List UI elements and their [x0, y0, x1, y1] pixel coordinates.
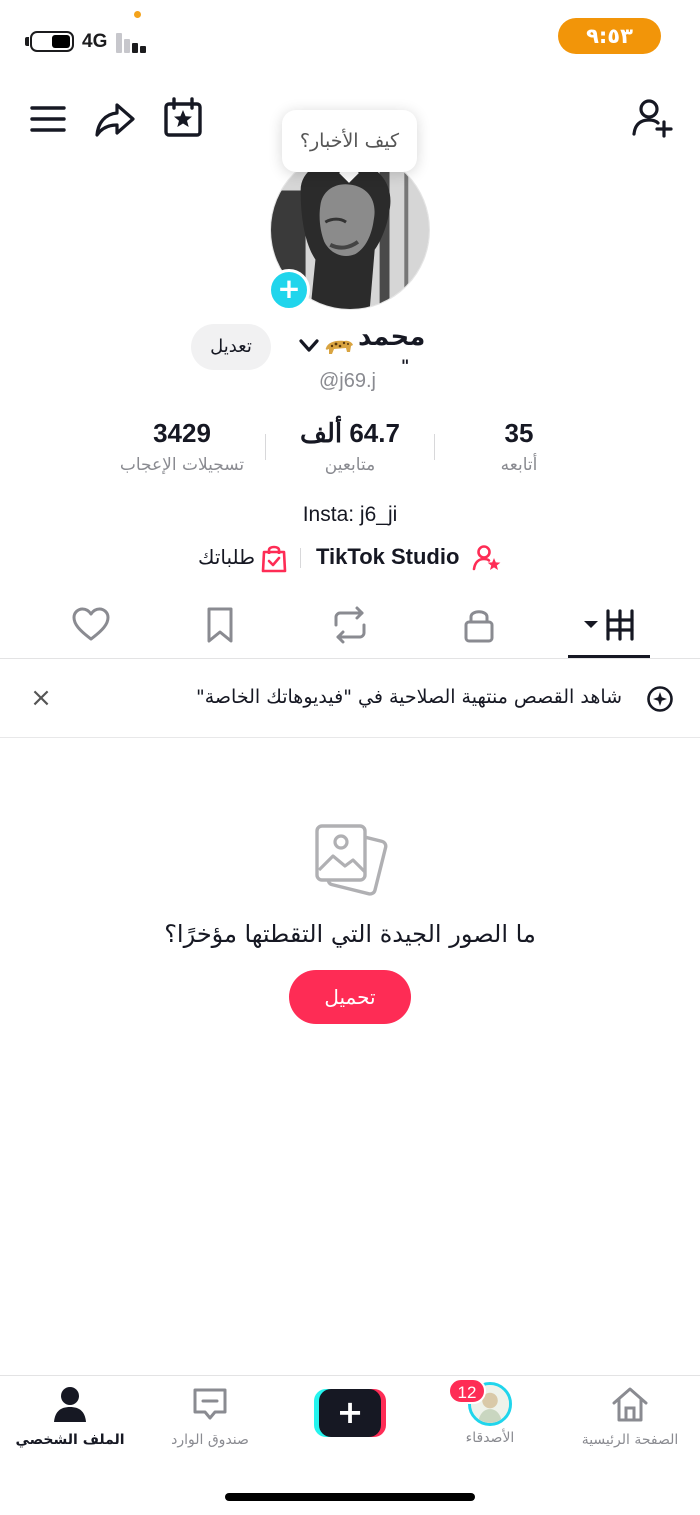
profile-display-name: محمد: [358, 322, 426, 352]
calendar-star-icon[interactable]: [161, 96, 205, 140]
profile-bio: Insta: j6_ji: [302, 503, 398, 526]
nav-inbox-label: صندوق الوارد: [171, 1432, 249, 1448]
nav-home-label: الصفحة الرئيسية: [581, 1432, 679, 1448]
private-videos-tab[interactable]: [459, 605, 499, 645]
stat-likes-label: تسجيلات الإعجاب: [119, 455, 245, 475]
studio-icon: [472, 544, 502, 572]
nav-home[interactable]: الصفحة الرئيسية: [560, 1384, 700, 1448]
expired-stories-banner[interactable]: شاهد القصص منتهية الصلاحية في "فيديوهاتك…: [196, 686, 622, 708]
stat-following-label: أتابعه: [500, 455, 538, 475]
edit-profile-button[interactable]: تعديل: [191, 324, 271, 370]
reposts-tab[interactable]: [330, 605, 370, 645]
nav-profile-label: الملف الشخصي: [15, 1432, 125, 1448]
friends-notification-badge: 12: [448, 1378, 486, 1404]
home-indicator: [225, 1493, 475, 1501]
stat-likes-value: 3429: [153, 418, 211, 448]
stat-followers-value: 64.7 ألف: [300, 418, 400, 448]
stat-followers-label: متابعين: [324, 455, 376, 475]
profile-handle[interactable]: @j69.j: [319, 370, 376, 393]
profile-icon: [49, 1384, 91, 1426]
name-suffix-mark: ": [401, 356, 410, 375]
tiktok-studio-link[interactable]: TikTok Studio: [316, 544, 459, 570]
signal-strength-icon: [116, 31, 152, 53]
close-icon[interactable]: ×: [28, 683, 54, 713]
stat-following[interactable]: 35 أتابعه: [429, 418, 609, 475]
share-icon[interactable]: [93, 97, 137, 141]
cheetah-emoji-icon: [322, 334, 356, 360]
stat-following-value: 35: [504, 418, 534, 448]
nav-friends-label: الأصدقاء: [465, 1430, 515, 1446]
inbox-icon: [189, 1384, 231, 1426]
liked-videos-tab[interactable]: [71, 605, 111, 645]
stat-followers[interactable]: 64.7 ألف متابعين: [260, 418, 440, 475]
tab-divider: [0, 658, 700, 659]
network-type: 4G: [82, 31, 108, 52]
chevron-down-icon[interactable]: [298, 337, 320, 355]
stat-likes[interactable]: 3429 تسجيلات الإعجاب: [92, 418, 272, 475]
shopping-bag-icon: [260, 543, 288, 573]
nav-friends[interactable]: الأصدقاء: [420, 1430, 560, 1446]
photos-icon: [313, 822, 389, 898]
sparkle-icon: [646, 685, 674, 713]
link-separator: [300, 548, 301, 568]
privacy-indicator-dot: [134, 11, 141, 18]
status-tooltip[interactable]: كيف الأخبار؟: [282, 110, 417, 172]
add-story-icon[interactable]: +: [268, 269, 310, 311]
battery-tip: [25, 37, 29, 46]
empty-state-title: ما الصور الجيدة التي التقطتها مؤخرًا؟: [164, 920, 536, 948]
plus-icon: +: [319, 1389, 381, 1437]
menu-icon[interactable]: [26, 97, 70, 141]
home-icon: [609, 1384, 651, 1426]
videos-grid-tab[interactable]: [582, 605, 638, 645]
bottom-nav-divider: [0, 1375, 700, 1376]
battery-icon: [30, 31, 74, 52]
nav-inbox[interactable]: صندوق الوارد: [140, 1384, 280, 1448]
upload-button[interactable]: تحميل: [289, 970, 411, 1024]
nav-profile[interactable]: الملف الشخصي: [0, 1384, 140, 1448]
favorites-tab[interactable]: [200, 605, 240, 645]
banner-divider: [0, 737, 700, 738]
create-button[interactable]: +: [314, 1389, 386, 1437]
add-friend-icon[interactable]: [630, 96, 674, 140]
your-orders-link[interactable]: طلباتك: [198, 545, 255, 569]
status-time: ٩:٥٣: [558, 18, 661, 54]
